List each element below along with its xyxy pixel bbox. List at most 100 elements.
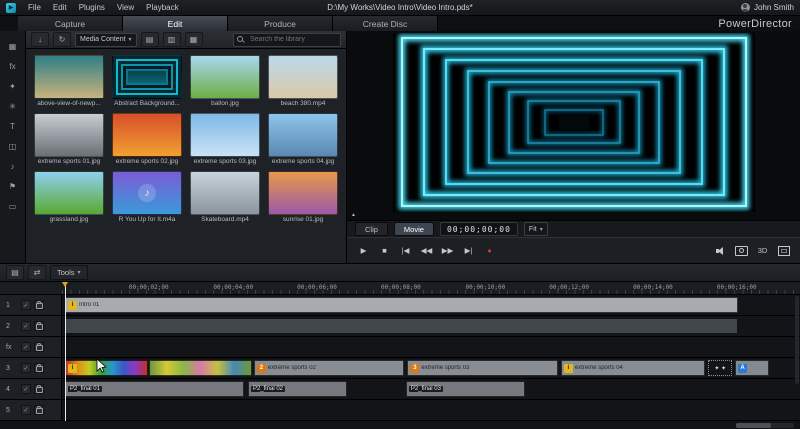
library-item[interactable]: extreme sports 02.jpg bbox=[112, 113, 184, 165]
track-enable-toggle[interactable]: ✓ bbox=[21, 384, 31, 394]
library-item[interactable]: Abstract Background... bbox=[112, 55, 184, 107]
camera-icon bbox=[735, 246, 748, 256]
track-lock-toggle[interactable] bbox=[34, 342, 44, 352]
menu-view[interactable]: View bbox=[111, 3, 140, 12]
menu-edit[interactable]: Edit bbox=[47, 3, 73, 12]
media-filename: beach 380.mp4 bbox=[268, 100, 338, 107]
fast-forward-button[interactable]: ▶▶ bbox=[437, 242, 458, 260]
timeline-horizontal-scrollbar[interactable] bbox=[736, 423, 794, 428]
track-content[interactable] bbox=[62, 400, 800, 420]
track-content[interactable] bbox=[62, 316, 800, 336]
library-item[interactable]: extreme sports 01.jpg bbox=[34, 113, 106, 165]
timeline-clip[interactable] bbox=[149, 360, 252, 376]
track-lock-toggle[interactable] bbox=[34, 363, 44, 373]
library-menu-button[interactable]: ▦ bbox=[185, 32, 203, 47]
timeline-clip[interactable] bbox=[65, 318, 738, 334]
menu-file[interactable]: File bbox=[22, 3, 47, 12]
tab-produce[interactable]: Produce bbox=[228, 16, 333, 31]
timeline-clip[interactable]: P2_final 02 bbox=[248, 381, 347, 397]
track-enable-toggle[interactable]: ✓ bbox=[21, 363, 31, 373]
media-thumbnail bbox=[190, 171, 260, 215]
media-content-select[interactable]: Media Content ▾ bbox=[75, 33, 137, 47]
rewind-button[interactable]: ◀◀ bbox=[416, 242, 437, 260]
import-media-button[interactable]: ↓ bbox=[31, 32, 49, 47]
clip-mode-button[interactable]: Clip bbox=[355, 222, 388, 236]
playhead[interactable] bbox=[65, 282, 66, 421]
track-content[interactable]: iIntro 01 bbox=[62, 295, 800, 315]
track-lock-toggle[interactable] bbox=[34, 300, 44, 310]
tools-dropdown[interactable]: Tools ▾ bbox=[50, 265, 88, 280]
library-item[interactable]: extreme sports 03.jpg bbox=[190, 113, 262, 165]
stop-button[interactable]: ■ bbox=[374, 242, 395, 260]
track-manager-button[interactable]: ▤ bbox=[6, 265, 24, 280]
subtitle-room-button[interactable]: ▭ bbox=[4, 199, 22, 213]
title-room-button[interactable]: T bbox=[4, 119, 22, 133]
zoom-fit-select[interactable]: Fit ▾ bbox=[524, 222, 548, 236]
tab-capture[interactable]: Capture bbox=[18, 16, 123, 31]
brand-logo: PowerDirector bbox=[718, 16, 792, 31]
chapter-room-button[interactable]: ⚑ bbox=[4, 179, 22, 193]
track-content[interactable]: i2extreme sports 023extreme sports 03iex… bbox=[62, 358, 800, 378]
media-filename: Skateboard.mp4 bbox=[190, 216, 260, 223]
play-button[interactable]: ▶ bbox=[353, 242, 374, 260]
record-button[interactable]: ● bbox=[479, 242, 500, 260]
track-content[interactable] bbox=[62, 337, 800, 357]
tab-create-disc[interactable]: Create Disc bbox=[333, 16, 438, 31]
library-item[interactable]: ♪R You Up for It.m4a bbox=[112, 171, 184, 223]
library-item[interactable]: Skateboard.mp4 bbox=[190, 171, 262, 223]
3d-mode-button[interactable]: 3D bbox=[752, 242, 773, 260]
library-item[interactable]: above-view-of-newp... bbox=[34, 55, 106, 107]
audio-mixing-room-button[interactable]: ♪ bbox=[4, 159, 22, 173]
track-enable-toggle[interactable]: ✓ bbox=[21, 342, 31, 352]
previous-frame-button[interactable]: |◀ bbox=[395, 242, 416, 260]
timeline-vertical-scrollbar[interactable] bbox=[795, 296, 799, 384]
timeline-clip[interactable]: ✦ ✦ bbox=[708, 360, 732, 376]
particle-room-button[interactable]: ✳ bbox=[4, 99, 22, 113]
seek-handle[interactable]: ▲ bbox=[351, 212, 356, 218]
library-item[interactable]: grassland.jpg bbox=[34, 171, 106, 223]
chevron-down-icon: ▾ bbox=[540, 226, 543, 233]
menu-plugins[interactable]: Plugins bbox=[73, 3, 111, 12]
library-item[interactable]: extreme sports 04.jpg bbox=[268, 113, 340, 165]
library-item[interactable]: ballon.jpg bbox=[190, 55, 262, 107]
fullscreen-button[interactable] bbox=[773, 242, 794, 260]
menu-playback[interactable]: Playback bbox=[140, 3, 184, 12]
sync-button[interactable]: ↻ bbox=[53, 32, 71, 47]
track-content[interactable]: P2_final 01P2_final 02 P2_final 03 bbox=[62, 379, 800, 399]
timeline-clip[interactable]: 3extreme sports 03 bbox=[407, 360, 558, 376]
timeline-clip[interactable]: 2extreme sports 02 bbox=[254, 360, 405, 376]
track-lock-toggle[interactable] bbox=[34, 384, 44, 394]
search-input[interactable] bbox=[248, 35, 337, 44]
media-filename: extreme sports 04.jpg bbox=[268, 158, 338, 165]
track-lock-toggle[interactable] bbox=[34, 405, 44, 415]
track-enable-toggle[interactable]: ✓ bbox=[21, 321, 31, 331]
library-item[interactable]: sunrise 01.jpg bbox=[268, 171, 340, 223]
volume-button[interactable] bbox=[710, 242, 731, 260]
timeline-clip[interactable]: A bbox=[735, 360, 769, 376]
next-frame-button[interactable]: ▶| bbox=[458, 242, 479, 260]
effect-room-button[interactable]: fx bbox=[4, 59, 22, 73]
transport-left-group: ▶■|◀◀◀▶▶▶|● bbox=[353, 242, 500, 260]
tab-edit[interactable]: Edit bbox=[123, 16, 228, 31]
timecode-display[interactable]: 00;00;00;00 bbox=[440, 222, 518, 236]
timeline-ruler[interactable]: 00;00;02;0000;00;04;0000;00;06;0000;00;0… bbox=[0, 282, 800, 295]
snapshot-button[interactable] bbox=[731, 242, 752, 260]
timeline-clip[interactable]: iIntro 01 bbox=[65, 297, 738, 313]
clip-label: extreme sports 02 bbox=[268, 365, 316, 371]
pip-objects-room-button[interactable]: ✦ bbox=[4, 79, 22, 93]
timeline-clip[interactable]: iextreme sports 04 bbox=[561, 360, 705, 376]
timeline-clip[interactable]: P2_final 01 bbox=[65, 381, 244, 397]
thumbnail-view-button[interactable]: ▤ bbox=[141, 32, 159, 47]
track-enable-toggle[interactable]: ✓ bbox=[21, 405, 31, 415]
track-lock-toggle[interactable] bbox=[34, 321, 44, 331]
track-enable-toggle[interactable]: ✓ bbox=[21, 300, 31, 310]
movie-mode-button[interactable]: Movie bbox=[394, 222, 434, 236]
range-select-button[interactable]: ⇄ bbox=[28, 265, 46, 280]
media-room-button[interactable]: ▦ bbox=[4, 39, 22, 53]
user-account[interactable]: John Smith bbox=[741, 3, 794, 12]
library-item[interactable]: beach 380.mp4 bbox=[268, 55, 340, 107]
ruler-content: 00;00;02;0000;00;04;0000;00;06;0000;00;0… bbox=[62, 282, 797, 294]
timeline-clip[interactable]: P2_final 03 bbox=[406, 381, 526, 397]
detail-view-button[interactable]: ▥ bbox=[163, 32, 181, 47]
transition-room-button[interactable]: ◫ bbox=[4, 139, 22, 153]
